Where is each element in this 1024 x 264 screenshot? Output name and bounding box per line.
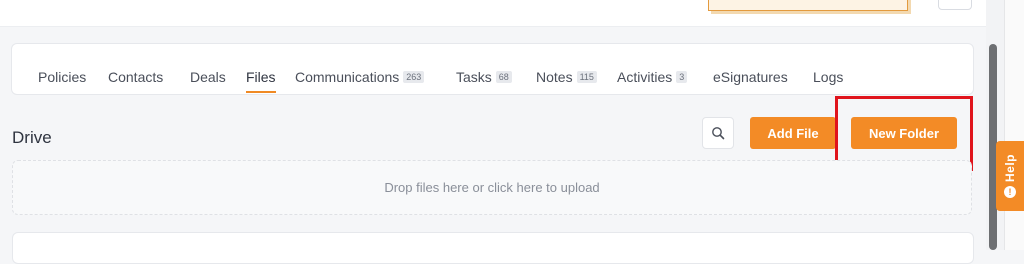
- tab-logs[interactable]: Logs: [813, 69, 843, 85]
- tab-label: Tasks: [456, 69, 492, 85]
- search-button[interactable]: [702, 117, 734, 149]
- search-icon: [712, 127, 725, 140]
- info-icon: !: [1004, 186, 1016, 198]
- count-badge: 115: [576, 71, 597, 83]
- tab-communications[interactable]: Communications 263: [295, 69, 425, 85]
- top-action-button[interactable]: [938, 0, 972, 10]
- help-label: Help: [1003, 153, 1017, 182]
- tab-label: eSignatures: [713, 69, 788, 85]
- dropzone-text: Drop files here or click here to upload: [384, 180, 600, 195]
- tab-label: Logs: [813, 69, 844, 85]
- count-badge: 3: [676, 71, 688, 83]
- tab-deals[interactable]: Deals: [190, 69, 226, 85]
- top-notice-banner[interactable]: [708, 0, 908, 11]
- tab-label: Communications: [295, 69, 400, 85]
- top-bar: [0, 0, 1004, 27]
- tab-label: Files: [246, 69, 276, 85]
- tab-files[interactable]: Files: [246, 69, 276, 93]
- tab-label: Deals: [190, 69, 226, 85]
- tab-label: Policies: [38, 69, 87, 85]
- tab-label: Notes: [536, 69, 573, 85]
- window-edge: [1004, 0, 1024, 250]
- help-tab[interactable]: Help !: [996, 141, 1024, 211]
- active-tab-indicator: [246, 91, 276, 93]
- tab-tasks[interactable]: Tasks 68: [456, 69, 512, 85]
- tab-policies[interactable]: Policies: [38, 69, 86, 85]
- tab-esignatures[interactable]: eSignatures: [713, 69, 788, 85]
- tab-label: Activities: [617, 69, 673, 85]
- lower-card: [12, 232, 974, 264]
- drive-title: Drive: [12, 128, 52, 147]
- tab-activities[interactable]: Activities 3: [617, 69, 688, 85]
- tabs-card: Policies Contacts Deals Files Communicat…: [11, 43, 974, 95]
- add-file-button[interactable]: Add File: [750, 117, 836, 149]
- tab-notes[interactable]: Notes 115: [536, 69, 597, 85]
- file-dropzone[interactable]: Drop files here or click here to upload: [12, 160, 972, 215]
- count-badge: 68: [495, 71, 512, 83]
- tab-label: Contacts: [108, 69, 164, 85]
- count-badge: 263: [403, 71, 425, 83]
- tab-contacts[interactable]: Contacts: [108, 69, 163, 85]
